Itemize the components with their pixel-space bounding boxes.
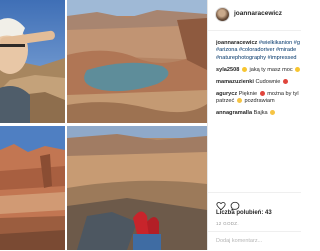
comment: syla2508 jaką ty masz moc: [216, 66, 308, 74]
emoji-icon: [241, 66, 247, 72]
emoji-icon: [259, 90, 265, 96]
comment: agurycz Pięknie można by tyl patrzeć poz…: [216, 90, 308, 106]
photo-canyon-cliffs[interactable]: [0, 126, 65, 250]
post-side-panel: joannaracewicz joannaracewicz #wielkikan…: [207, 0, 301, 251]
hashtag-text[interactable]: #wielkikanion #g: [259, 40, 300, 46]
photo-grid: [0, 0, 207, 250]
photo-canyon-river[interactable]: [67, 0, 207, 123]
comment-text: jaką ty masz moc: [249, 66, 293, 73]
emoji-icon: [236, 98, 242, 104]
comment-text: Pięknie: [238, 90, 258, 97]
comment-icon[interactable]: [230, 198, 240, 211]
caption: joannaracewicz #wielkikanion #g #arizona…: [216, 40, 308, 62]
photo-selfie[interactable]: [0, 0, 65, 123]
comment-user[interactable]: mamazuzienki: [216, 79, 254, 85]
post-date: 12 GODZ.: [216, 221, 239, 226]
divider: [208, 30, 301, 31]
comment-text: Cudownie: [255, 78, 281, 85]
comment-user[interactable]: syla2508: [216, 67, 239, 73]
post-username[interactable]: joannaracewicz: [234, 10, 282, 17]
heart-icon[interactable]: [216, 198, 226, 211]
post-actions: [208, 192, 301, 211]
photo-red-shoes[interactable]: [67, 126, 207, 250]
comment-user[interactable]: agurycz: [216, 91, 237, 97]
emoji-icon: [270, 110, 276, 116]
comment-text: można by tyl: [267, 90, 299, 97]
comment-user[interactable]: annagramalla: [216, 110, 252, 116]
emoji-icon: [282, 78, 288, 84]
post-header: joannaracewicz: [208, 0, 301, 30]
avatar[interactable]: [215, 7, 230, 22]
hashtag-text[interactable]: #naturephotography #impressed: [216, 55, 308, 62]
emoji-icon: [295, 66, 301, 72]
comment-text: patrzeć: [216, 98, 235, 105]
comment-text: Bajka: [253, 110, 268, 117]
comment: mamazuzienki Cudownie: [216, 78, 308, 86]
add-comment-placeholder: Dodaj komentarz...: [216, 238, 263, 244]
comments-list: joannaracewicz #wielkikanion #g #arizona…: [216, 40, 308, 122]
comment: annagramalla Bajka: [216, 110, 308, 117]
comment-user[interactable]: joannaracewicz: [216, 40, 257, 46]
add-comment-field[interactable]: Dodaj komentarz...: [208, 231, 301, 251]
likes-count[interactable]: Liczba polubień: 43: [216, 210, 272, 216]
comment-text: pozdrawiam: [244, 98, 275, 105]
hashtag-text[interactable]: #arizona #coloradoriver #mirade: [216, 47, 308, 54]
